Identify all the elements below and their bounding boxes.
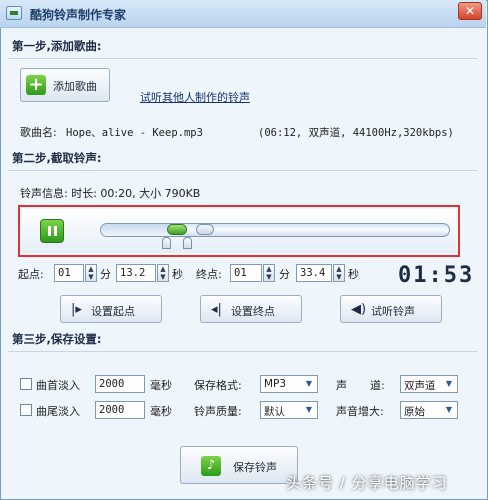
- title-bar[interactable]: 酷狗铃声制作专家 ✕: [0, 0, 486, 28]
- start-second-spinner[interactable]: ▲ ▼: [157, 264, 169, 282]
- divider: [8, 351, 478, 352]
- set-end-button[interactable]: ◂| 设置终点: [200, 295, 302, 323]
- end-second-spinner[interactable]: ▲ ▼: [333, 264, 345, 282]
- app-icon: [6, 6, 22, 20]
- divider: [8, 58, 478, 59]
- quality-select[interactable]: 默认 ▼: [260, 401, 318, 419]
- end-minute-spinner[interactable]: ▲ ▼: [263, 264, 275, 282]
- ms-unit: 毫秒: [150, 379, 172, 392]
- set-start-label: 设置起点: [91, 305, 135, 318]
- fade-in-checkbox[interactable]: [20, 378, 32, 390]
- channel-label-suffix: 道:: [370, 379, 385, 392]
- fade-in-label: 曲首淡入: [36, 379, 80, 392]
- set-end-icon: ◂|: [211, 302, 222, 317]
- others-ringtones-link[interactable]: 试听其他人制作的铃声: [140, 89, 250, 105]
- fade-out-label: 曲尾淡入: [36, 405, 80, 418]
- channel-select[interactable]: 双声道 ▼: [400, 375, 458, 393]
- music-note-icon: ♪: [201, 456, 221, 476]
- format-select[interactable]: MP3 ▼: [260, 375, 318, 393]
- step1-title: 第一步,添加歌曲:: [12, 39, 102, 53]
- preview-label: 试听铃声: [371, 305, 415, 318]
- add-song-button[interactable]: + 添加歌曲: [20, 68, 110, 102]
- pause-button[interactable]: [40, 219, 64, 243]
- end-second-field[interactable]: 33.4: [296, 264, 332, 282]
- chevron-down-icon: ▼: [445, 405, 453, 414]
- format-label: 保存格式:: [194, 379, 242, 392]
- end-knob[interactable]: [196, 224, 214, 235]
- window-title: 酷狗铃声制作专家: [30, 8, 127, 22]
- chevron-down-icon: ▼: [305, 405, 313, 414]
- playhead-knob[interactable]: [167, 224, 187, 235]
- channel-label: 声: [336, 379, 347, 392]
- progress-fill: [101, 224, 177, 236]
- add-icon: +: [26, 75, 46, 95]
- add-song-label: 添加歌曲: [53, 80, 97, 93]
- divider: [8, 170, 478, 171]
- song-info: (06:12, 双声道, 44100Hz,320kbps): [258, 127, 454, 139]
- time-display: 01:53: [398, 263, 475, 288]
- ms-unit: 毫秒: [150, 405, 172, 418]
- end-label: 终点:: [196, 268, 222, 281]
- close-icon: ✕: [464, 4, 476, 18]
- volume-select[interactable]: 原始 ▼: [400, 401, 458, 419]
- preview-button[interactable]: ◀) 试听铃声: [340, 295, 442, 323]
- song-name-value: Hope、alive - Keep.mp3: [66, 127, 203, 139]
- start-minute-spinner[interactable]: ▲ ▼: [85, 264, 97, 282]
- volume-value: 原始: [404, 406, 425, 418]
- end-minute-field[interactable]: 01: [230, 264, 262, 282]
- save-ringtone-label: 保存铃声: [233, 461, 277, 474]
- save-ringtone-button[interactable]: ♪ 保存铃声: [180, 446, 298, 484]
- quality-value: 默认: [264, 406, 285, 418]
- fade-out-input[interactable]: 2000: [95, 401, 145, 419]
- chevron-down-icon: ▼: [445, 379, 453, 388]
- minute-unit: 分: [100, 268, 111, 281]
- watermark: 头条号 / 分享电脑学习: [286, 474, 448, 492]
- end-marker[interactable]: [183, 237, 192, 249]
- song-name-label: 歌曲名:: [20, 126, 57, 139]
- step2-title: 第二步,截取铃声:: [12, 151, 102, 165]
- ringtone-info: 铃声信息: 时长: 00:20, 大小 790KB: [20, 187, 201, 200]
- start-second-field[interactable]: 13.2: [116, 264, 156, 282]
- minute-unit: 分: [279, 268, 290, 281]
- second-unit: 秒: [172, 268, 183, 281]
- step3-title: 第三步,保存设置:: [12, 332, 102, 346]
- speaker-icon: ◀): [351, 302, 367, 317]
- close-button[interactable]: ✕: [458, 2, 482, 20]
- fade-out-checkbox[interactable]: [20, 404, 32, 416]
- chevron-down-icon: ▼: [305, 379, 313, 388]
- format-value: MP3: [264, 378, 287, 390]
- fade-in-input[interactable]: 2000: [95, 375, 145, 393]
- second-unit: 秒: [348, 268, 359, 281]
- set-start-button[interactable]: |▸ 设置起点: [60, 295, 162, 323]
- start-marker[interactable]: [162, 237, 171, 249]
- start-label: 起点:: [18, 268, 44, 281]
- start-minute-field[interactable]: 01: [54, 264, 84, 282]
- channel-value: 双声道: [404, 380, 436, 392]
- volume-label: 声音增大:: [336, 405, 384, 418]
- quality-label: 铃声质量:: [194, 405, 242, 418]
- set-start-icon: |▸: [71, 302, 82, 317]
- set-end-label: 设置终点: [231, 305, 275, 318]
